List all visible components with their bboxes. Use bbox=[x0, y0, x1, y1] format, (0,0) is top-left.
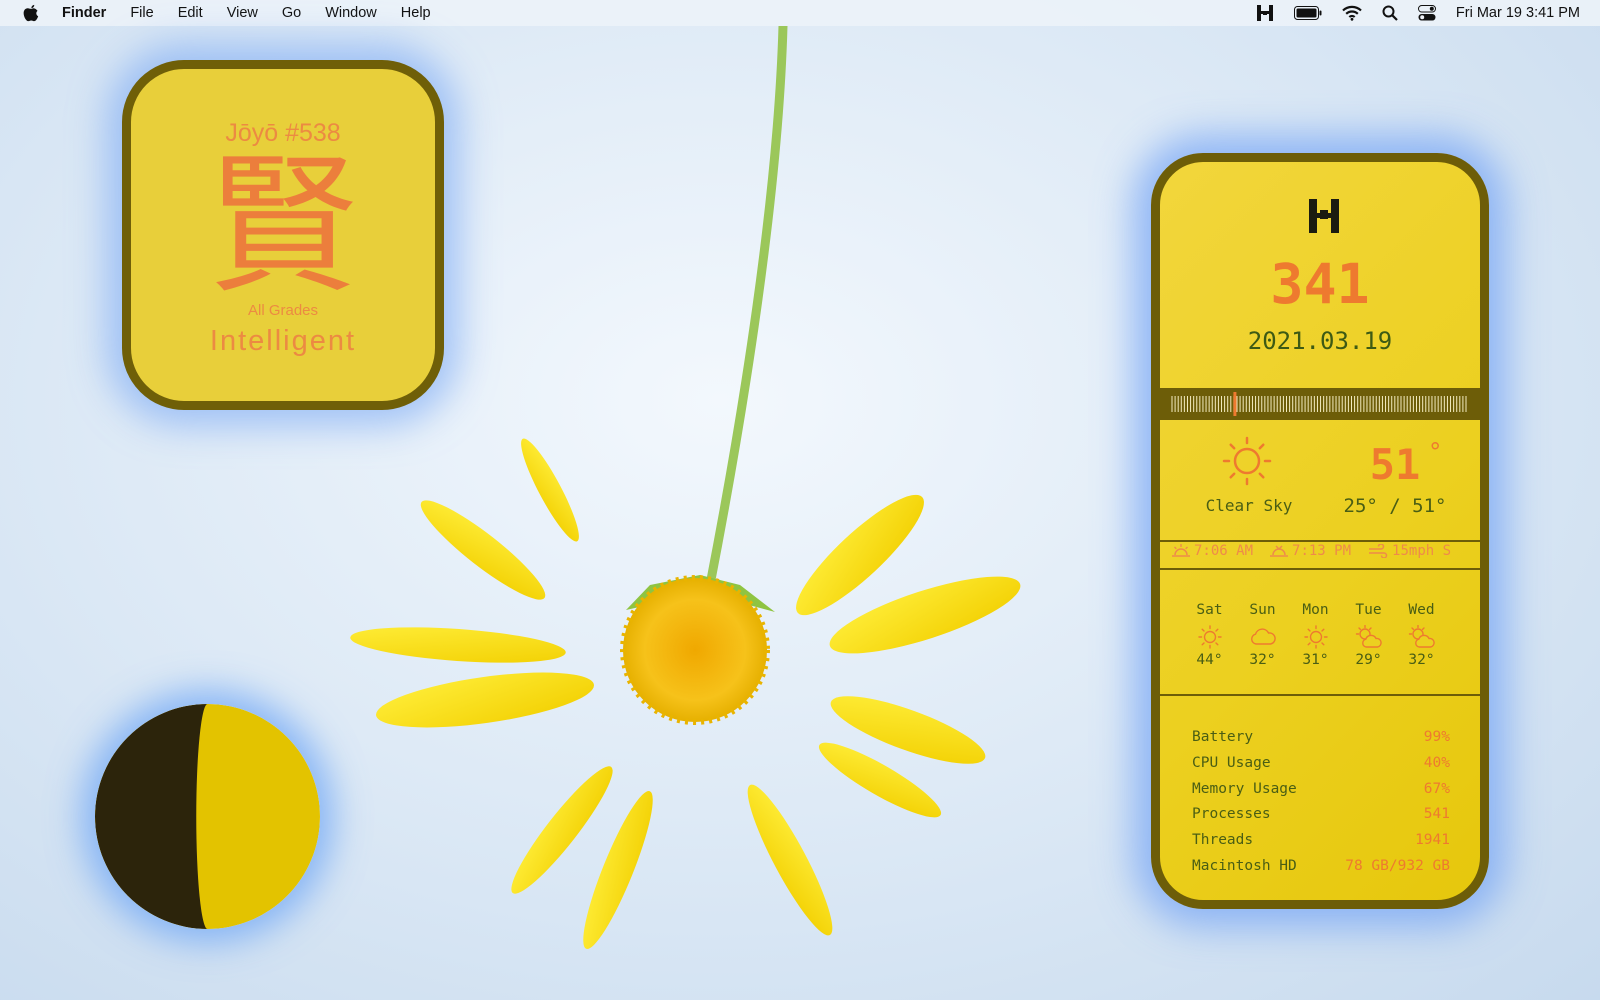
hyperspace-icon[interactable] bbox=[1256, 4, 1274, 22]
sun-icon bbox=[1222, 436, 1272, 486]
stat-value: 40% bbox=[1423, 754, 1450, 771]
search-icon[interactable] bbox=[1382, 5, 1398, 21]
wind-speed: 15mph S bbox=[1392, 543, 1452, 559]
stat-label: Processes bbox=[1192, 806, 1271, 823]
stat-label: Macintosh HD bbox=[1192, 857, 1297, 874]
stat-label: Threads bbox=[1192, 832, 1254, 849]
menu-view[interactable]: View bbox=[227, 5, 258, 21]
kanji-grade: All Grades bbox=[247, 302, 319, 319]
forecast-temp: 32° bbox=[1249, 652, 1276, 668]
stat-value: 541 bbox=[1423, 806, 1450, 823]
stat-label: Battery bbox=[1192, 729, 1254, 745]
kanji-widget[interactable]: Jōyō #538 賢 All Grades Intelligent bbox=[122, 60, 444, 410]
forecast-day-name: Tue bbox=[1355, 602, 1382, 618]
forecast-temp: 29° bbox=[1355, 652, 1382, 668]
temperature-range: 25° / 51° bbox=[1343, 495, 1447, 517]
system-stats: Battery 99% CPU Usage 40% Memory Usage 6… bbox=[1192, 729, 1450, 884]
current-date: 2021.03.19 bbox=[1247, 327, 1393, 355]
stat-value: 67% bbox=[1423, 780, 1450, 797]
apple-logo-icon[interactable] bbox=[22, 4, 40, 22]
stat-value: 1941 bbox=[1415, 832, 1450, 849]
menu-app-name[interactable]: Finder bbox=[62, 5, 106, 21]
menubar-clock[interactable]: Fri Mar 19 3:41 PM bbox=[1456, 5, 1580, 21]
day-of-year: 341 bbox=[1270, 252, 1370, 316]
stat-row: Battery 99% bbox=[1192, 729, 1450, 755]
sunrise-time: 7:06 AM bbox=[1194, 543, 1254, 559]
kanji-meaning: Intelligent bbox=[209, 325, 357, 357]
stat-value: 78 GB/932 GB bbox=[1345, 857, 1450, 874]
menu-edit[interactable]: Edit bbox=[178, 5, 203, 21]
info-panel-widget[interactable]: 341 2021.03.19 Clear Sky 51 ° 25° / 51° … bbox=[1151, 153, 1489, 909]
stat-row: Macintosh HD 78 GB/932 GB bbox=[1192, 858, 1450, 884]
forecast-day: Mon 31° bbox=[1289, 602, 1342, 668]
partly-cloudy-icon bbox=[1408, 625, 1435, 648]
forecast-row: Sat 44° Sun 32° Mon 31° Tue 29° Wed 32° bbox=[1183, 602, 1448, 668]
menu-help[interactable]: Help bbox=[401, 5, 431, 21]
forecast-day-name: Sun bbox=[1249, 602, 1276, 618]
forecast-temp: 44° bbox=[1196, 652, 1223, 668]
stat-label: Memory Usage bbox=[1192, 780, 1297, 797]
year-progress-bar bbox=[1160, 388, 1480, 420]
forecast-temp: 32° bbox=[1408, 652, 1435, 668]
stat-row: Memory Usage 67% bbox=[1192, 781, 1450, 807]
sunset-icon bbox=[1270, 545, 1289, 557]
forecast-day: Sat 44° bbox=[1183, 602, 1236, 668]
divider bbox=[1160, 540, 1480, 542]
divider bbox=[1160, 568, 1480, 570]
weather-condition: Clear Sky bbox=[1205, 496, 1293, 515]
menu-file[interactable]: File bbox=[130, 5, 153, 21]
moon-phase-widget[interactable] bbox=[95, 704, 320, 929]
stat-label: CPU Usage bbox=[1192, 754, 1271, 771]
forecast-day-name: Wed bbox=[1408, 602, 1435, 618]
stat-row: CPU Usage 40% bbox=[1192, 755, 1450, 781]
forecast-temp: 31° bbox=[1302, 652, 1329, 668]
cloud-icon bbox=[1250, 628, 1276, 645]
partly-cloudy-icon bbox=[1355, 625, 1382, 648]
forecast-day: Sun 32° bbox=[1236, 602, 1289, 668]
divider bbox=[1160, 694, 1480, 696]
forecast-day-name: Mon bbox=[1302, 602, 1329, 618]
stat-value: 99% bbox=[1423, 729, 1450, 745]
temperature-degree: ° bbox=[1428, 438, 1443, 466]
battery-icon[interactable] bbox=[1293, 6, 1322, 20]
stat-row: Threads 1941 bbox=[1192, 832, 1450, 858]
forecast-day: Tue 29° bbox=[1342, 602, 1395, 668]
sun-icon bbox=[1197, 625, 1222, 649]
progress-marker bbox=[1233, 392, 1237, 416]
hyperspace-logo-icon bbox=[1309, 199, 1339, 233]
sun-wind-row: 7:06 AM 7:13 PM 15mph S bbox=[1172, 543, 1468, 559]
menu-bar: Finder File Edit View Go Window Help Fri… bbox=[0, 0, 1600, 26]
wifi-icon[interactable] bbox=[1342, 5, 1362, 21]
wind-icon bbox=[1369, 544, 1388, 558]
forecast-day: Wed 32° bbox=[1395, 602, 1448, 668]
menu-window[interactable]: Window bbox=[325, 5, 377, 21]
forecast-day-name: Sat bbox=[1196, 602, 1223, 618]
menu-go[interactable]: Go bbox=[282, 5, 301, 21]
sun-icon bbox=[1303, 625, 1328, 649]
sunset-time: 7:13 PM bbox=[1292, 543, 1352, 559]
control-center-icon[interactable] bbox=[1417, 5, 1436, 21]
sunrise-icon bbox=[1172, 544, 1190, 557]
kanji-character: 賢 bbox=[207, 140, 358, 314]
stat-row: Processes 541 bbox=[1192, 806, 1450, 832]
